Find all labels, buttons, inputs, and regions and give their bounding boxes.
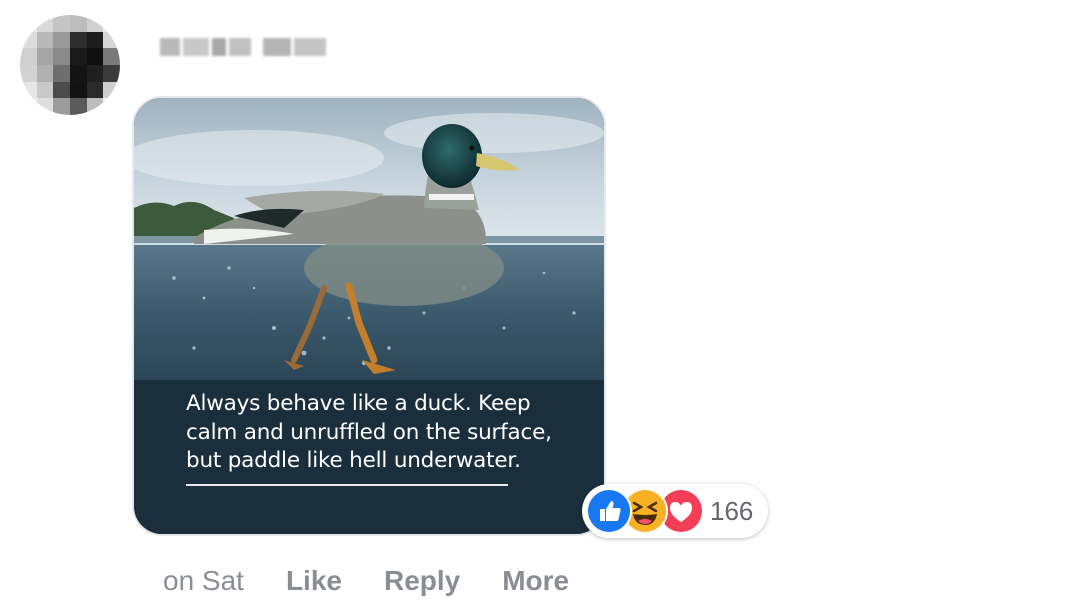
reaction-count: 166 xyxy=(710,495,754,526)
avatar-pixel xyxy=(86,31,104,49)
avatar-pixel xyxy=(36,15,54,32)
avatar-pixel xyxy=(103,98,120,115)
like-icon xyxy=(586,488,632,534)
avatar-pixel xyxy=(69,31,87,49)
avatar-pixel xyxy=(36,31,54,49)
avatar-pixel xyxy=(69,64,87,82)
avatar[interactable] xyxy=(20,15,120,115)
avatar-pixel xyxy=(53,31,70,49)
avatar-pixel xyxy=(20,64,37,82)
avatar-pixel xyxy=(53,64,70,82)
more-button[interactable]: More xyxy=(502,565,569,597)
image-caption: Always behave like a duck. Keep calm and… xyxy=(186,390,586,476)
avatar-pixel xyxy=(103,31,120,49)
comment-timestamp[interactable]: on Sat xyxy=(163,565,244,597)
avatar-pixel xyxy=(103,15,120,32)
avatar-pixel xyxy=(20,31,37,49)
avatar-pixel xyxy=(20,15,37,32)
caption-underline xyxy=(186,484,508,486)
duck-photo xyxy=(134,98,604,380)
avatar-pixel xyxy=(86,15,104,32)
avatar-pixel xyxy=(86,64,104,82)
caption-line: calm and unruffled on the surface, xyxy=(186,419,552,445)
avatar-pixel xyxy=(36,48,54,65)
avatar-pixel xyxy=(86,48,104,65)
comment-actions: on Sat Like Reply More xyxy=(163,565,611,597)
avatar-pixel xyxy=(69,15,87,32)
avatar-pixel xyxy=(36,81,54,99)
avatar-pixel xyxy=(53,48,70,65)
avatar-pixel xyxy=(103,81,120,99)
avatar-pixel xyxy=(69,81,87,99)
author-name-redacted xyxy=(160,34,326,60)
avatar-pixel xyxy=(53,98,70,115)
avatar-pixel xyxy=(53,15,70,32)
avatar-pixel xyxy=(69,48,87,65)
avatar-pixel xyxy=(20,48,37,65)
caption-line: Always behave like a duck. Keep xyxy=(186,391,531,416)
avatar-pixel xyxy=(103,64,120,82)
reply-button[interactable]: Reply xyxy=(384,565,460,597)
avatar-pixel xyxy=(36,98,54,115)
avatar-pixel xyxy=(20,98,37,115)
avatar-pixel xyxy=(20,81,37,99)
avatar-pixel xyxy=(86,98,104,115)
like-button[interactable]: Like xyxy=(286,565,342,597)
avatar-pixel xyxy=(103,48,120,65)
comment-photo[interactable]: Always behave like a duck. Keep calm and… xyxy=(132,96,606,536)
avatar-pixel xyxy=(53,81,70,99)
avatar-pixel xyxy=(69,98,87,115)
avatar-pixel xyxy=(36,64,54,82)
caption-line: but paddle like hell underwater. xyxy=(186,448,521,473)
comment-thread: Always behave like a duck. Keep calm and… xyxy=(0,0,1080,615)
reactions-summary[interactable]: 166 xyxy=(582,484,768,538)
avatar-pixel xyxy=(86,81,104,99)
